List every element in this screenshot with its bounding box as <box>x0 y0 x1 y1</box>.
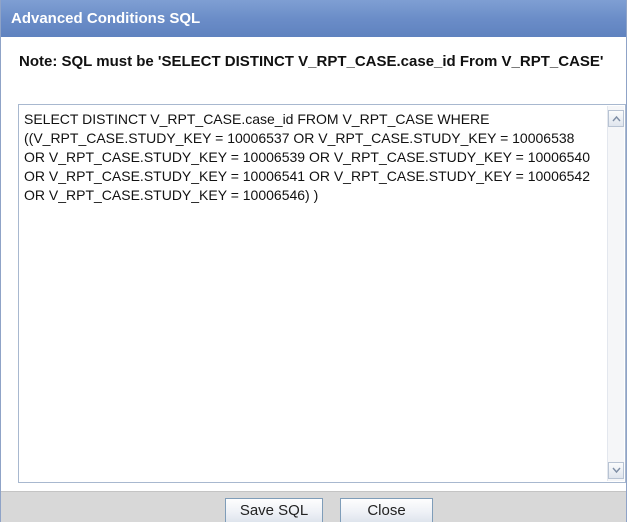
scroll-down-button[interactable] <box>608 462 624 479</box>
advanced-conditions-dialog: Advanced Conditions SQL Note: SQL must b… <box>0 0 627 522</box>
dialog-footer: Save SQL Close <box>1 491 626 522</box>
chevron-up-icon <box>612 115 621 122</box>
sql-note: Note: SQL must be 'SELECT DISTINCT V_RPT… <box>19 53 604 70</box>
sql-textarea[interactable]: SELECT DISTINCT V_RPT_CASE.case_id FROM … <box>18 104 626 483</box>
save-sql-button[interactable]: Save SQL <box>225 498 323 522</box>
dialog-title: Advanced Conditions SQL <box>1 0 626 37</box>
chevron-down-icon <box>612 467 621 474</box>
close-button[interactable]: Close <box>340 498 433 522</box>
vertical-scrollbar[interactable] <box>607 106 624 481</box>
scroll-up-button[interactable] <box>608 110 624 127</box>
sql-text[interactable]: SELECT DISTINCT V_RPT_CASE.case_id FROM … <box>24 110 599 205</box>
